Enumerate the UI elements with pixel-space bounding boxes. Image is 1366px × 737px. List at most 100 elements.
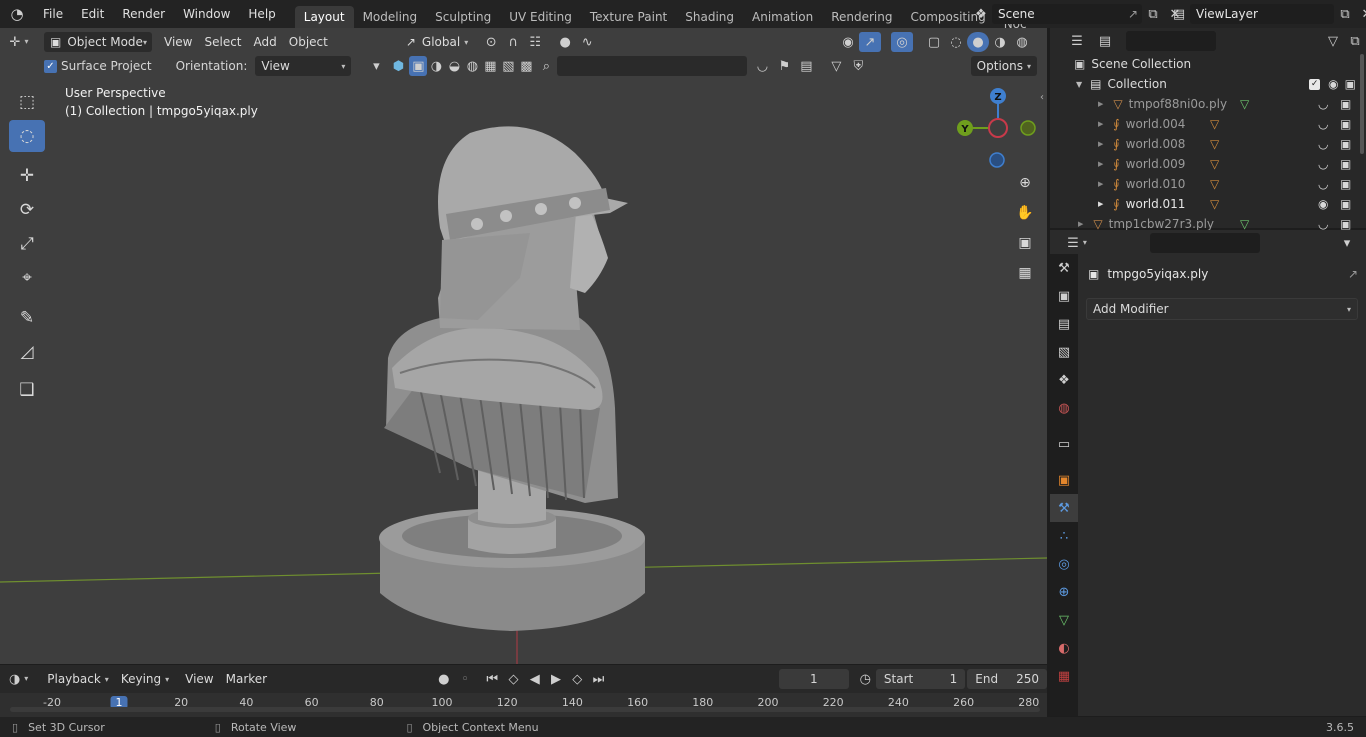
tab-sculpting[interactable]: Sculpting — [426, 6, 500, 28]
measure-tool[interactable]: ◿ — [9, 336, 45, 368]
sidebar-toggle-icon[interactable]: ‹ — [1040, 92, 1044, 103]
eye-icon[interactable]: ◡ — [1318, 177, 1328, 191]
search-input[interactable] — [557, 56, 748, 76]
object-data-icon[interactable]: ▽ — [1240, 217, 1249, 231]
display-mode-icon[interactable]: ▤ — [1094, 31, 1116, 51]
navigation-gizmo[interactable]: Z Y — [952, 86, 1042, 176]
menu-window[interactable]: Window — [174, 0, 239, 28]
mode-dropdown[interactable]: ▣ Object Mode ▾ — [44, 32, 152, 52]
scene-collection-row[interactable]: ▣ Scene Collection — [1050, 54, 1366, 74]
camera-icon[interactable]: ▣ — [1340, 217, 1351, 231]
scene-tab[interactable]: ❖ — [1050, 366, 1078, 394]
jump-start-icon[interactable]: ⏮ — [482, 669, 503, 689]
start-frame-field[interactable]: Start 1 — [875, 669, 966, 689]
play-reverse-icon[interactable]: ◀ — [524, 669, 545, 689]
annotate-tool[interactable]: ✎ — [9, 302, 45, 334]
pin-icon[interactable]: ↗ — [1128, 7, 1138, 21]
output-tab[interactable]: ▤ — [1050, 310, 1078, 338]
remove-viewlayer-icon[interactable]: ✕ — [1356, 4, 1366, 24]
tab-rendering[interactable]: Rendering — [822, 6, 901, 28]
search-icon[interactable]: ⌕ — [535, 56, 557, 76]
ortho-toggle-button[interactable]: ▦ — [1012, 260, 1038, 286]
editor-type-icon[interactable]: ✛ ▾ — [8, 32, 30, 52]
tab-shading[interactable]: Shading — [676, 6, 743, 28]
eye-icon[interactable]: ◡ — [1318, 157, 1328, 171]
add-cube-tool[interactable]: ❑ — [9, 374, 45, 406]
eye-icon[interactable]: ◉ — [1328, 77, 1338, 91]
add-modifier-dropdown[interactable]: Add Modifier ▾ — [1086, 298, 1358, 320]
next-keyframe-icon[interactable]: ◇ — [567, 669, 588, 689]
solid-shading-icon[interactable]: ● — [967, 32, 989, 52]
shading-mode-6-icon[interactable]: ▩ — [517, 56, 535, 76]
end-frame-field[interactable]: End 250 — [967, 669, 1048, 689]
expand-arrow-icon[interactable]: ▶ — [1098, 200, 1103, 208]
pivot-point-icon[interactable]: ⊙ — [480, 32, 502, 52]
menu-help[interactable]: Help — [239, 0, 284, 28]
orientation-dropdown[interactable]: View ▾ — [255, 56, 352, 76]
collection-tab[interactable]: ▭ — [1050, 430, 1078, 458]
gizmo-toggle-icon[interactable]: ↗ — [859, 32, 881, 52]
chevron-down-icon[interactable]: ▾ — [365, 56, 387, 76]
stopwatch-icon[interactable]: ◷ — [855, 669, 876, 689]
transform-orientation-dropdown[interactable]: ↗ Global ▾ — [400, 32, 474, 52]
tab-uv-editing[interactable]: UV Editing — [500, 6, 581, 28]
timeline-view-menu[interactable]: View — [179, 669, 219, 689]
outliner-scrollbar[interactable] — [1360, 54, 1364, 154]
properties-editor-icon[interactable]: ☰ ▾ — [1066, 233, 1088, 253]
timeline-marker-menu[interactable]: Marker — [220, 669, 273, 689]
data-tab[interactable]: ▽ — [1050, 606, 1078, 634]
viewlayer-selector[interactable]: ▤ ViewLayer ⧉ ✕ — [1168, 3, 1366, 25]
scene-field[interactable]: Scene ↗ — [992, 4, 1142, 24]
rendered-shading-icon[interactable]: ◍ — [1011, 32, 1033, 52]
new-viewlayer-icon[interactable]: ⧉ — [1334, 4, 1356, 24]
camera-icon[interactable]: ▣ — [1340, 117, 1351, 131]
modifier-tab[interactable]: ⚒ — [1050, 494, 1078, 522]
select-box-tool[interactable]: ⬚ — [9, 86, 45, 118]
new-collection-icon[interactable]: ⧉ — [1344, 31, 1366, 51]
falloff-icon[interactable]: ∿ — [576, 32, 598, 52]
visibility-icon[interactable]: ◉ — [837, 32, 859, 52]
eye-icon[interactable]: ◡ — [1318, 217, 1328, 231]
camera-icon[interactable]: ▣ — [1340, 177, 1351, 191]
tab-texture-paint[interactable]: Texture Paint — [581, 6, 676, 28]
object-data-icon[interactable]: ▽ — [1210, 137, 1219, 151]
xray-icon[interactable]: ▢ — [923, 32, 945, 52]
viewlayer-field[interactable]: ViewLayer — [1190, 4, 1334, 24]
tab-animation[interactable]: Animation — [743, 6, 822, 28]
object-data-icon[interactable]: ▽ — [1210, 197, 1219, 211]
new-scene-icon[interactable]: ⧉ — [1142, 4, 1164, 24]
transform-tool[interactable]: ⌖ — [9, 262, 45, 294]
camera-icon[interactable]: ▣ — [1340, 137, 1351, 151]
exclude-checkbox[interactable]: ✓ — [1309, 78, 1321, 90]
menu-object[interactable]: Object — [283, 32, 334, 52]
keyframe-options-icon[interactable]: ◦ — [454, 669, 475, 689]
color-picker-icon[interactable]: ⬢ — [387, 56, 409, 76]
camera-icon[interactable]: ▣ — [1340, 197, 1351, 211]
expand-arrow-icon[interactable]: ▶ — [1078, 220, 1083, 228]
current-frame-field[interactable]: 1 — [779, 669, 849, 689]
expand-arrow-icon[interactable]: ▶ — [1098, 180, 1103, 188]
view-layer-tab[interactable]: ▧ — [1050, 338, 1078, 366]
overlays-icon[interactable]: ◎ — [891, 32, 913, 52]
outliner-item[interactable]: ▶ ⨚ world.004 ▽ ◡ ▣ — [1050, 114, 1366, 134]
blender-logo-icon[interactable]: ◔ — [0, 4, 34, 24]
collapse-icon[interactable]: ◡ — [751, 56, 773, 76]
tab-layout[interactable]: Layout — [294, 6, 354, 28]
eye-icon[interactable]: ◡ — [1318, 137, 1328, 151]
material-shading-icon[interactable]: ◑ — [989, 32, 1011, 52]
surface-project-checkbox[interactable]: ✓ — [44, 59, 57, 73]
menu-render[interactable]: Render — [113, 0, 174, 28]
bookmark-icon[interactable]: ⚑ — [773, 56, 795, 76]
render-tab[interactable]: ▣ — [1050, 282, 1078, 310]
outliner-item[interactable]: ▶ ⨚ world.011 ▽ ◉ ▣ — [1050, 194, 1366, 214]
menu-edit[interactable]: Edit — [72, 0, 113, 28]
world-tab[interactable]: ◍ — [1050, 394, 1078, 422]
eye-icon[interactable]: ◡ — [1318, 97, 1328, 111]
filter-icon[interactable]: ▽ — [1322, 31, 1344, 51]
snap-target-icon[interactable]: ☷ — [524, 32, 546, 52]
camera-icon[interactable]: ▣ — [1345, 77, 1356, 91]
scene-selector[interactable]: ❖ Scene ↗ ⧉ ✕ — [970, 3, 1186, 25]
outliner-item[interactable]: ▶ ⨚ world.009 ▽ ◡ ▣ — [1050, 154, 1366, 174]
3d-viewport[interactable]: ✛ ▾ ▣ Object Mode ▾ View Select Add Object… — [0, 28, 1047, 664]
move-tool[interactable]: ✛ — [9, 160, 45, 192]
